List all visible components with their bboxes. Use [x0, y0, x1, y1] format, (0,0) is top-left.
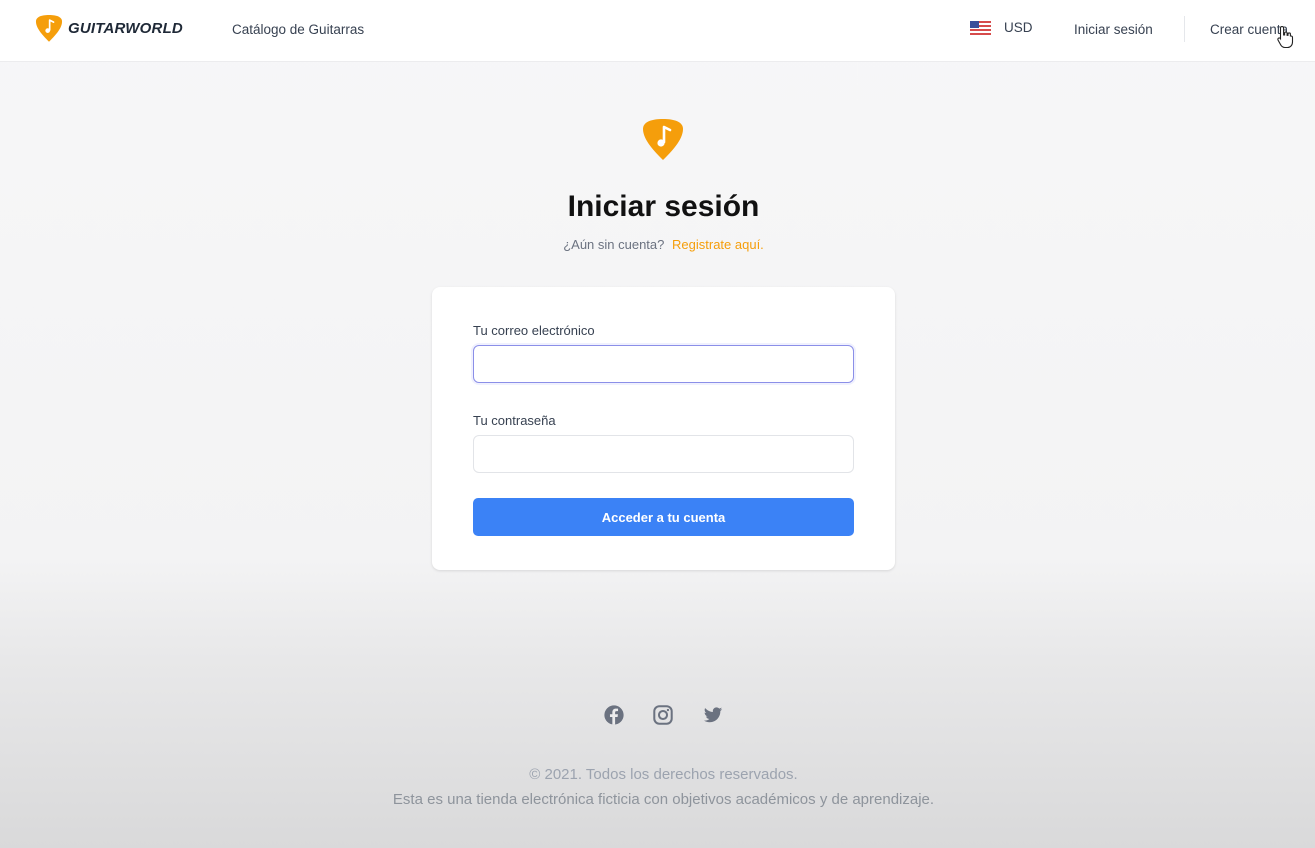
instagram-icon[interactable]: [652, 704, 674, 726]
nav-catalog-link[interactable]: Catálogo de Guitarras: [232, 22, 364, 37]
login-form-card: Tu correo electrónico Tu contraseña Acce…: [432, 287, 895, 570]
register-link[interactable]: Registrate aquí.: [672, 237, 764, 252]
email-field[interactable]: [473, 345, 854, 383]
brand-logo-link[interactable]: GUITARWORLD: [34, 13, 183, 43]
hand-pointer-cursor-icon: [1277, 25, 1294, 49]
currency-selector[interactable]: USD: [970, 20, 1033, 35]
nav-divider: [1184, 16, 1185, 42]
email-label: Tu correo electrónico: [473, 323, 595, 338]
top-navbar: GUITARWORLD Catálogo de Guitarras USD In…: [0, 0, 1315, 62]
us-flag-icon: [970, 20, 991, 35]
currency-label: USD: [1004, 20, 1033, 35]
signup-prompt: ¿Aún sin cuenta? Registrate aquí.: [0, 237, 1315, 252]
copyright-text: © 2021. Todos los derechos reservados.: [529, 766, 798, 783]
page-title: Iniciar sesión: [567, 190, 760, 223]
signup-prompt-text: ¿Aún sin cuenta?: [563, 237, 665, 252]
brand-name: GUITARWORLD: [68, 19, 183, 37]
login-submit-button[interactable]: Acceder a tu cuenta: [473, 498, 854, 536]
password-field[interactable]: [473, 435, 854, 473]
password-label: Tu contraseña: [473, 413, 556, 428]
nav-login-link[interactable]: Iniciar sesión: [1074, 22, 1153, 37]
facebook-icon[interactable]: [603, 704, 625, 726]
guitar-pick-logo-icon: [643, 119, 683, 160]
guitar-pick-logo-icon: [35, 14, 63, 42]
twitter-icon[interactable]: [702, 704, 724, 726]
disclaimer-text: Esta es una tienda electrónica ficticia …: [392, 791, 935, 808]
